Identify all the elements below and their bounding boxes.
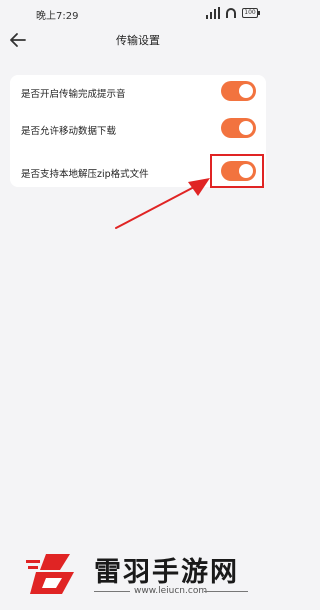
battery-icon: 100 xyxy=(242,8,258,18)
brand-logo-icon xyxy=(26,554,74,594)
toggle-switch[interactable] xyxy=(221,118,256,138)
toggle-knob xyxy=(239,84,253,98)
signal-icon xyxy=(206,7,222,19)
divider xyxy=(204,591,248,592)
setting-row-mobile-data: 是否允许移动数据下载 xyxy=(10,114,266,146)
divider xyxy=(94,591,130,592)
battery-tip xyxy=(258,11,260,15)
toggle-knob xyxy=(239,121,253,135)
red-arrow-annotation xyxy=(115,178,210,229)
watermark-url: www.leiucn.com xyxy=(134,586,208,596)
wifi-icon xyxy=(226,8,236,18)
watermark-brand: 雷羽手游网 xyxy=(94,557,239,588)
header: 传输设置 xyxy=(0,26,276,56)
setting-label: 是否允许移动数据下载 xyxy=(21,126,117,137)
status-icons: 100 xyxy=(206,7,262,19)
setting-label: 是否开启传输完成提示音 xyxy=(21,89,126,100)
status-bar: 晚上7:29 100 xyxy=(0,0,276,26)
watermark: 雷羽手游网 www.leiucn.com xyxy=(18,540,268,606)
toggle-switch[interactable] xyxy=(221,81,256,101)
page-title: 传输设置 xyxy=(116,34,160,47)
status-time: 晚上7:29 xyxy=(36,11,79,22)
setting-row-sound: 是否开启传输完成提示音 xyxy=(10,77,266,109)
